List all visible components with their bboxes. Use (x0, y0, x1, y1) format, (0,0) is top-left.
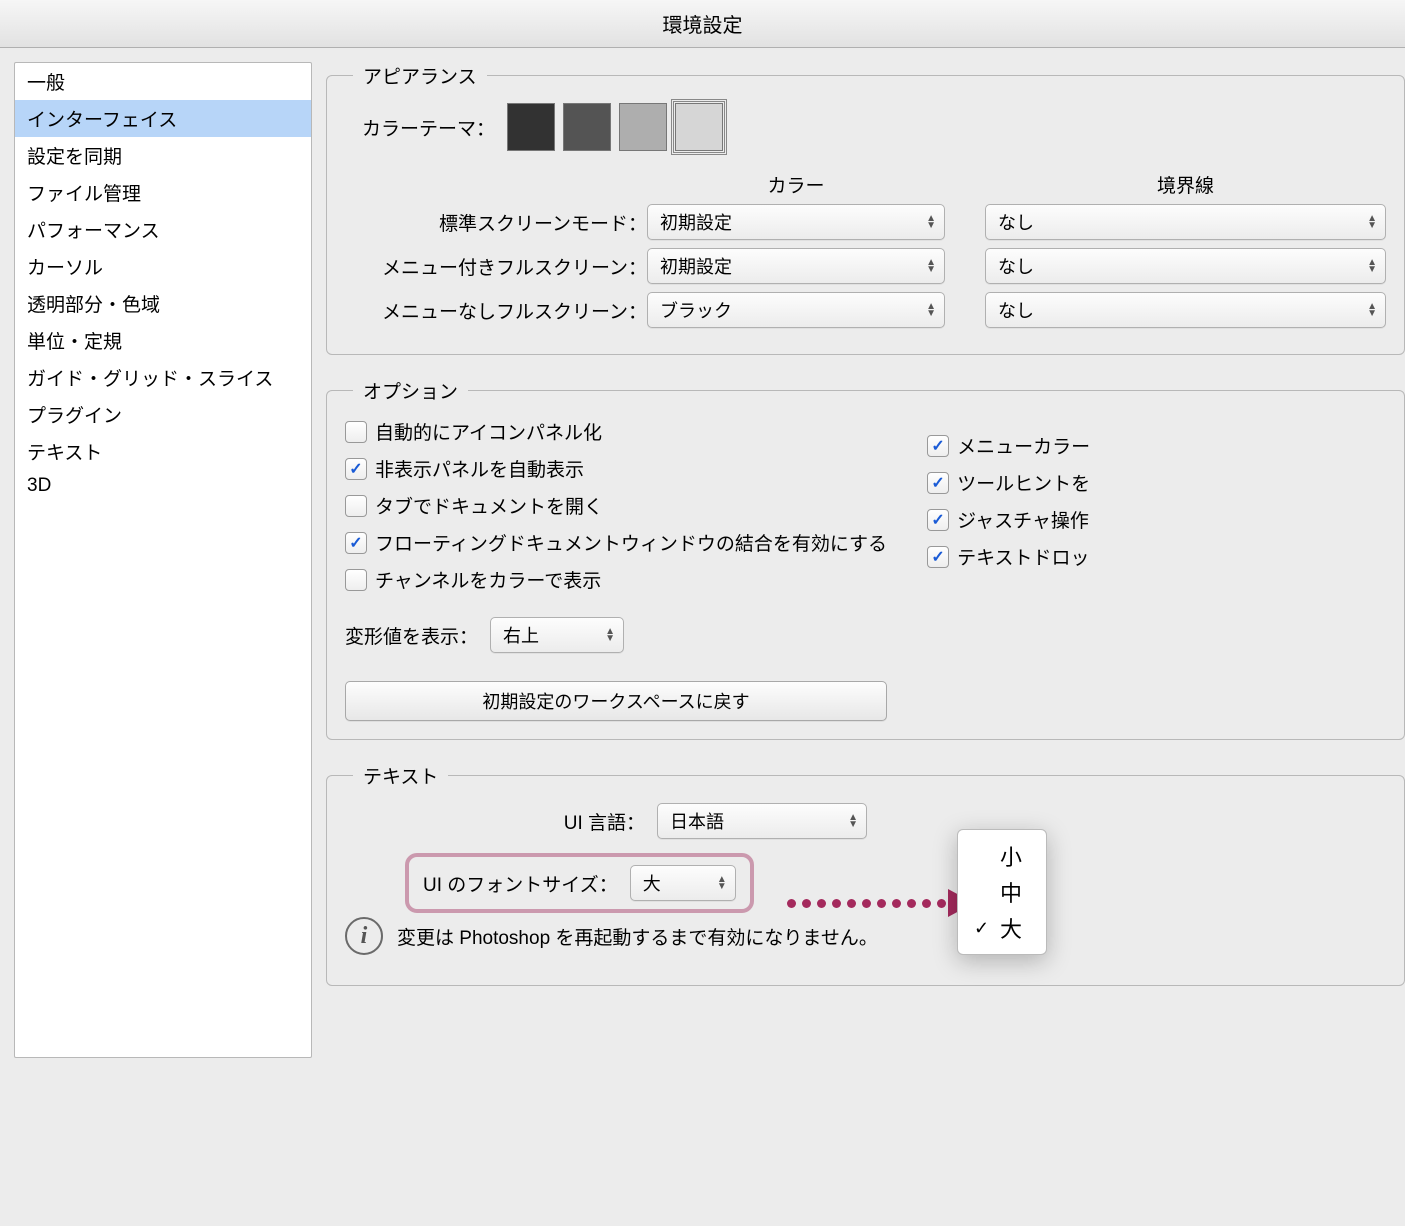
chevron-updown-icon: ▲▼ (717, 876, 727, 890)
chevron-updown-icon: ▲▼ (848, 814, 858, 828)
auto-collapse-checkbox[interactable]: 自動的にアイコンパネル化 (345, 418, 887, 445)
text-drop-checkbox[interactable]: ✓テキストドロッ (927, 543, 1090, 570)
enable-floating-dock-checkbox[interactable]: ✓フローティングドキュメントウィンドウの結合を有効にする (345, 529, 887, 556)
reset-workspace-button[interactable]: 初期設定のワークスペースに戻す (345, 681, 887, 721)
color-theme-label: カラーテーマ： (345, 114, 495, 141)
fullscreen-nomenu-label: メニューなしフルスクリーン： (345, 297, 647, 324)
standard-screen-border-select[interactable]: なし ▲▼ (985, 204, 1386, 240)
highlight-annotation: UI のフォントサイズ： 大 ▲▼ (405, 853, 754, 913)
sidebar-item-type[interactable]: テキスト (15, 433, 311, 470)
appearance-group: アピアランス カラーテーマ： カラー 境界線 標準スクリーンモード： (326, 62, 1405, 355)
sidebar-item-performance[interactable]: パフォーマンス (15, 211, 311, 248)
ui-language-select[interactable]: 日本語 ▲▼ (657, 803, 867, 839)
color-column-header: カラー (647, 171, 945, 198)
font-size-option-large[interactable]: ✓大 (970, 910, 1026, 946)
transform-values-label: 変形値を表示： (345, 622, 478, 649)
ui-font-size-label: UI のフォントサイズ： (423, 870, 618, 897)
auto-show-hidden-checkbox[interactable]: ✓非表示パネルを自動表示 (345, 455, 887, 482)
border-column-header: 境界線 (985, 171, 1386, 198)
sidebar-item-cursors[interactable]: カーソル (15, 248, 311, 285)
standard-screen-color-select[interactable]: 初期設定 ▲▼ (647, 204, 945, 240)
text-legend: テキスト (353, 762, 448, 789)
font-size-popup: 小 中 ✓大 (957, 829, 1047, 955)
ui-font-size-select[interactable]: 大 ▲▼ (630, 865, 736, 901)
gestures-checkbox[interactable]: ✓ジャスチャ操作 (927, 506, 1090, 533)
sidebar-item-interface[interactable]: インターフェイス (15, 100, 311, 137)
font-size-option-medium[interactable]: 中 (970, 874, 1026, 910)
chevron-updown-icon: ▲▼ (926, 303, 936, 317)
theme-swatch-light[interactable] (675, 103, 723, 151)
sidebar-item-units[interactable]: 単位・定規 (15, 322, 311, 359)
ui-language-label: UI 言語： (345, 808, 645, 835)
sidebar-item-general[interactable]: 一般 (15, 63, 311, 100)
tool-tips-checkbox[interactable]: ✓ツールヒントを (927, 469, 1090, 496)
menu-color-checkbox[interactable]: ✓メニューカラー (927, 432, 1090, 459)
preferences-sidebar: 一般 インターフェイス 設定を同期 ファイル管理 パフォーマンス カーソル 透明… (14, 62, 312, 1058)
fullscreen-menu-color-select[interactable]: 初期設定 ▲▼ (647, 248, 945, 284)
sidebar-item-3d[interactable]: 3D (15, 470, 311, 502)
font-size-option-small[interactable]: 小 (970, 838, 1026, 874)
sidebar-item-transparency[interactable]: 透明部分・色域 (15, 285, 311, 322)
chevron-updown-icon: ▲▼ (1367, 259, 1377, 273)
show-channels-color-checkbox[interactable]: チャンネルをカラーで表示 (345, 566, 887, 593)
sidebar-item-sync[interactable]: 設定を同期 (15, 137, 311, 174)
sidebar-item-file-handling[interactable]: ファイル管理 (15, 174, 311, 211)
info-icon: i (345, 917, 383, 955)
open-in-tabs-checkbox[interactable]: タブでドキュメントを開く (345, 492, 887, 519)
chevron-updown-icon: ▲▼ (926, 259, 936, 273)
arrow-annotation-icon (787, 889, 974, 917)
window-title: 環境設定 (0, 0, 1405, 48)
fullscreen-menu-label: メニュー付きフルスクリーン： (345, 253, 647, 280)
text-group: テキスト UI 言語： 日本語 ▲▼ UI のフォントサイズ： 大 ▲▼ (326, 762, 1405, 986)
chevron-updown-icon: ▲▼ (605, 628, 615, 642)
chevron-updown-icon: ▲▼ (926, 215, 936, 229)
fullscreen-menu-border-select[interactable]: なし ▲▼ (985, 248, 1386, 284)
theme-swatch-medium-dark[interactable] (563, 103, 611, 151)
appearance-legend: アピアランス (353, 62, 487, 89)
options-legend: オプション (353, 377, 468, 404)
sidebar-item-plugins[interactable]: プラグイン (15, 396, 311, 433)
options-group: オプション 自動的にアイコンパネル化 ✓非表示パネルを自動表示 タブでドキュメン… (326, 377, 1405, 740)
standard-screen-label: 標準スクリーンモード： (345, 209, 647, 236)
restart-info-text: 変更は Photoshop を再起動するまで有効になりません。 (397, 923, 878, 950)
theme-swatch-dark[interactable] (507, 103, 555, 151)
chevron-updown-icon: ▲▼ (1367, 303, 1377, 317)
fullscreen-nomenu-color-select[interactable]: ブラック ▲▼ (647, 292, 945, 328)
sidebar-item-guides[interactable]: ガイド・グリッド・スライス (15, 359, 311, 396)
chevron-updown-icon: ▲▼ (1367, 215, 1377, 229)
transform-values-select[interactable]: 右上 ▲▼ (490, 617, 624, 653)
theme-swatch-medium-light[interactable] (619, 103, 667, 151)
fullscreen-nomenu-border-select[interactable]: なし ▲▼ (985, 292, 1386, 328)
